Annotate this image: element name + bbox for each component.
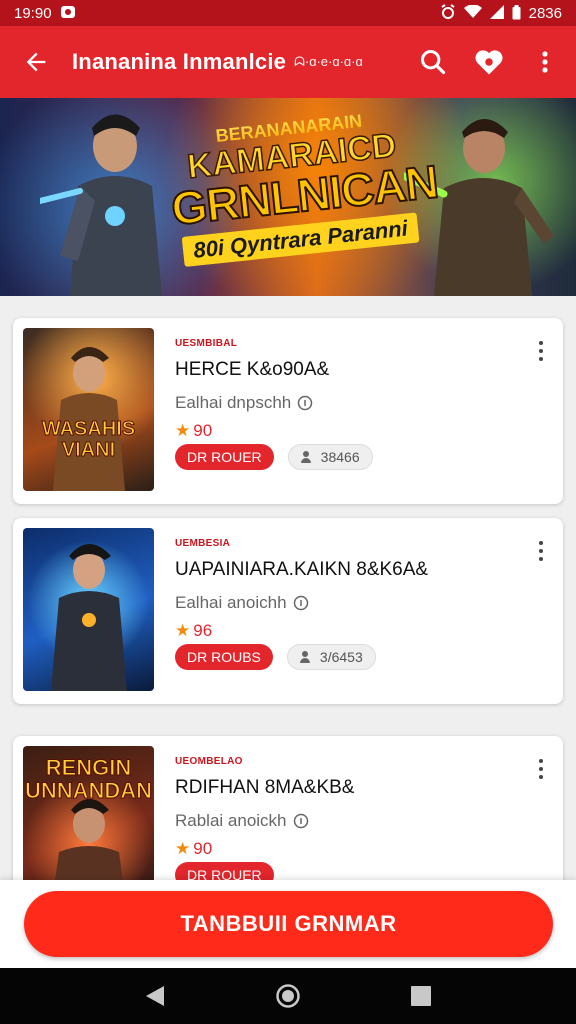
signal-icon bbox=[489, 5, 504, 21]
game-card[interactable]: RENGIN UNNANDAN UEOMBELAO RDIFHAN 8MA&KB… bbox=[13, 736, 563, 880]
notification-icon bbox=[60, 5, 76, 21]
info-icon bbox=[293, 813, 308, 829]
game-card[interactable]: WASAHIS VIANI UESMBIBAL HERCE K&o90A& Ea… bbox=[13, 318, 563, 504]
status-time: 19:90 bbox=[14, 4, 52, 22]
info-icon bbox=[298, 395, 313, 411]
tag-chip[interactable]: DR ROUER bbox=[175, 862, 274, 880]
card-subtitle-text: Rablai anoickh bbox=[175, 811, 287, 830]
game-thumbnail: RENGIN UNNANDAN bbox=[23, 746, 154, 880]
tag-chip[interactable]: DR ROUER bbox=[175, 444, 274, 470]
card-rating: ★ 90 bbox=[175, 839, 513, 859]
people-icon bbox=[299, 651, 310, 663]
card-subtitle: Ealhai dnpschh bbox=[175, 393, 513, 413]
arrow-back-icon bbox=[26, 52, 46, 72]
rating-value: 96 bbox=[193, 621, 213, 640]
rating-value: 90 bbox=[193, 421, 213, 440]
primary-cta-button[interactable]: TANBBUII GRNMAR bbox=[24, 891, 553, 957]
app-title: Inananina Inmanlcie bbox=[72, 49, 287, 74]
banner-headline: BERANANARAIN KAMARAICD GRNLNICAN 80i Qyn… bbox=[164, 105, 441, 267]
star-icon: ★ bbox=[175, 421, 191, 440]
card-category: UEOMBELAO bbox=[175, 756, 243, 767]
cta-container: TANBBUII GRNMAR bbox=[0, 880, 576, 968]
players-count: 3/6453 bbox=[319, 649, 363, 665]
card-more-button[interactable] bbox=[531, 756, 551, 782]
app-subtitle: ᗣ·ɑ·e·ɑ·ɑ·ɑ bbox=[294, 54, 363, 69]
rating-value: 90 bbox=[193, 839, 213, 858]
search-icon bbox=[420, 49, 446, 75]
recents-nav-icon[interactable] bbox=[410, 985, 432, 1007]
card-more-button[interactable] bbox=[531, 538, 551, 564]
thumbnail-caption: RENGIN UNNANDAN bbox=[24, 755, 153, 804]
back-nav-icon[interactable] bbox=[144, 984, 166, 1008]
card-category: UESMBIBAL bbox=[175, 338, 238, 349]
game-list[interactable]: WASAHIS VIANI UESMBIBAL HERCE K&o90A& Ea… bbox=[0, 296, 576, 880]
more-vert-icon bbox=[542, 51, 548, 73]
game-card[interactable]: UEMBESIA UAPAINIARA.KAIKN 8&K6A& Ealhai … bbox=[13, 518, 563, 704]
players-count: 38466 bbox=[320, 449, 360, 465]
heart-icon bbox=[475, 50, 503, 75]
card-rating: ★ 90 bbox=[175, 421, 513, 441]
status-bar: 19:90 2836 bbox=[0, 0, 576, 26]
app-bar: Inananina Inmanlcie ᗣ·ɑ·e·ɑ·ɑ·ɑ bbox=[0, 26, 576, 98]
card-subtitle: Rablai anoickh bbox=[175, 811, 513, 831]
more-button[interactable] bbox=[528, 45, 562, 79]
hero-banner[interactable]: BERANANARAIN KAMARAICD GRNLNICAN 80i Qyn… bbox=[0, 98, 576, 296]
people-icon bbox=[300, 451, 311, 463]
favorite-button[interactable] bbox=[472, 45, 506, 79]
players-chip[interactable]: 3/6453 bbox=[286, 644, 376, 670]
game-thumbnail: WASAHIS VIANI bbox=[23, 328, 154, 491]
star-icon: ★ bbox=[175, 621, 191, 640]
card-subtitle-text: Ealhai dnpschh bbox=[175, 393, 292, 412]
card-subtitle: Ealhai anoichh bbox=[175, 593, 513, 613]
alarm-icon bbox=[440, 4, 456, 22]
card-category: UEMBESIA bbox=[175, 538, 231, 549]
card-title: HERCE K&o90A& bbox=[175, 359, 330, 380]
search-button[interactable] bbox=[416, 45, 450, 79]
card-rating: ★ 96 bbox=[175, 621, 513, 641]
players-chip[interactable]: 38466 bbox=[287, 444, 373, 470]
system-nav-bar bbox=[0, 968, 576, 1024]
battery-icon bbox=[512, 4, 521, 22]
star-icon: ★ bbox=[175, 839, 191, 858]
card-title: RDIFHAN 8MA&KB& bbox=[175, 777, 355, 798]
tag-chip[interactable]: DR ROUBS bbox=[175, 644, 273, 670]
card-subtitle-text: Ealhai anoichh bbox=[175, 593, 287, 612]
back-button[interactable] bbox=[18, 44, 54, 80]
game-thumbnail bbox=[23, 528, 154, 691]
battery-text: 2836 bbox=[528, 4, 562, 22]
wifi-icon bbox=[463, 4, 482, 21]
info-icon bbox=[293, 595, 308, 611]
card-more-button[interactable] bbox=[531, 338, 551, 364]
thumbnail-caption: WASAHIS VIANI bbox=[41, 418, 136, 461]
card-title: UAPAINIARA.KAIKN 8&K6A& bbox=[175, 559, 429, 580]
home-nav-icon[interactable] bbox=[275, 983, 301, 1009]
